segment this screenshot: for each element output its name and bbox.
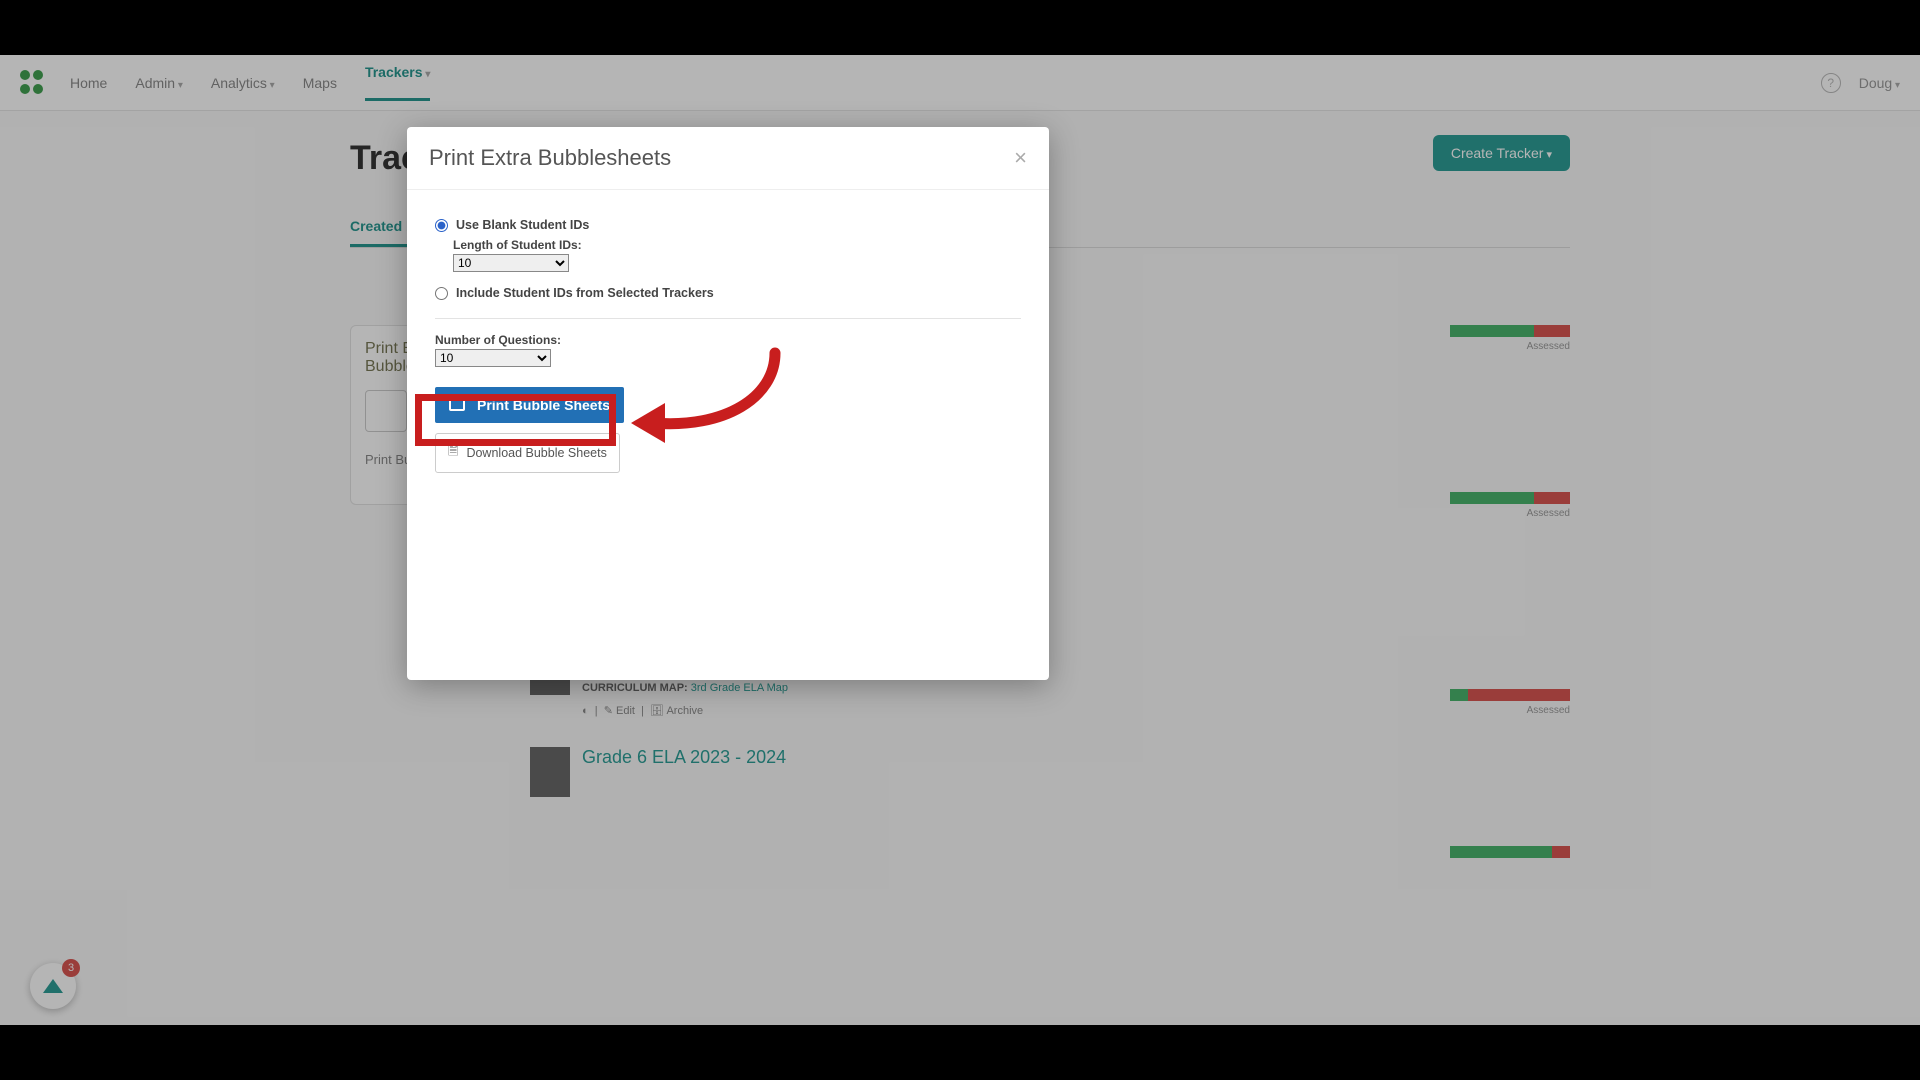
numq-select[interactable]: 10 bbox=[435, 349, 551, 367]
length-select[interactable]: 10 bbox=[453, 254, 569, 272]
modal-header: Print Extra Bubblesheets × bbox=[407, 127, 1049, 190]
download-bubblesheets-button[interactable]: 🗎 Download Bubble Sheets bbox=[435, 433, 620, 473]
download-button-label: Download Bubble Sheets bbox=[466, 446, 606, 460]
download-icon: 🗎 bbox=[448, 442, 458, 464]
modal-body: Use Blank Student IDs Length of Student … bbox=[407, 190, 1049, 491]
print-icon bbox=[449, 399, 465, 411]
radio-blank-label: Use Blank Student IDs bbox=[456, 218, 589, 232]
print-bubblesheets-modal: Print Extra Bubblesheets × Use Blank Stu… bbox=[407, 127, 1049, 680]
close-icon[interactable]: × bbox=[1014, 145, 1027, 171]
numq-label: Number of Questions: bbox=[435, 333, 1021, 347]
print-bubblesheets-button[interactable]: Print Bubble Sheets bbox=[435, 387, 624, 423]
modal-title: Print Extra Bubblesheets bbox=[429, 145, 671, 171]
app-window: Home Admin Analytics Maps Trackers ? Dou… bbox=[0, 55, 1920, 1025]
radio-blank-ids[interactable] bbox=[435, 219, 448, 232]
radio-include-label: Include Student IDs from Selected Tracke… bbox=[456, 286, 714, 300]
print-button-label: Print Bubble Sheets bbox=[477, 397, 610, 413]
radio-include-ids[interactable] bbox=[435, 287, 448, 300]
length-label: Length of Student IDs: bbox=[453, 238, 1021, 252]
